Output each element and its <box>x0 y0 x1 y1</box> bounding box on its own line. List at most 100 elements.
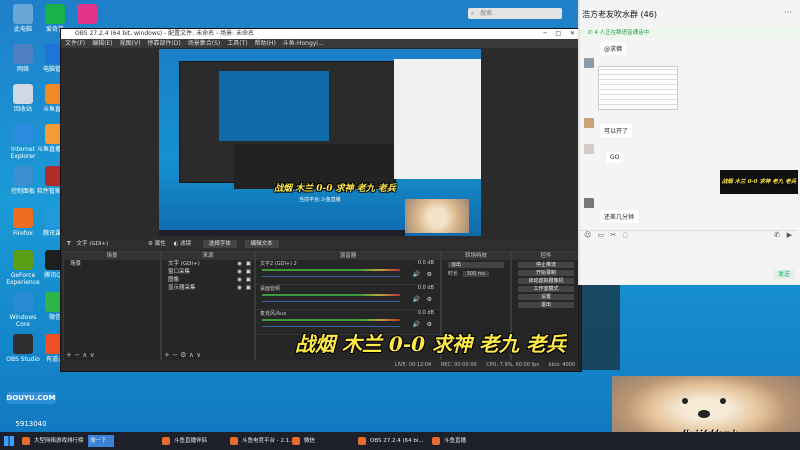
eye-icon[interactable]: ◉ <box>237 260 242 268</box>
channel-name: 文字2 (GDI+) 2 <box>260 261 297 267</box>
scenes-header: 场景 <box>64 252 160 260</box>
cpu-status: CPU: 7.9%, 60.00 fps <box>486 362 540 368</box>
emoji-icon[interactable]: ☺ <box>584 231 591 239</box>
channel-level: 0.0 dB <box>417 260 434 266</box>
app-icon <box>13 334 33 354</box>
source-item[interactable]: 图像 ◉ ▣ <box>162 276 254 284</box>
app-icon <box>13 250 33 270</box>
preview-taskbar <box>159 230 405 236</box>
transition-select[interactable]: 淡出 <box>448 262 504 268</box>
gear-icon[interactable]: ⚙ <box>427 296 432 303</box>
obs-title-bar[interactable]: OBS 27.2.4 (64 bit, windows) - 配置文件: 未命名… <box>61 29 581 39</box>
minimize-icon[interactable]: ─ <box>543 29 547 39</box>
filters-button[interactable]: 滤镜 <box>180 241 191 247</box>
menu-item[interactable]: 文件(F) <box>65 40 85 47</box>
volume-slider[interactable] <box>262 301 400 302</box>
source-label: 显示器采集 <box>168 285 196 291</box>
gear-icon[interactable]: ⚙ <box>427 321 432 328</box>
voice-banner-text: 4 人正在群语音通话中 <box>594 30 650 36</box>
obs-preview[interactable]: 战烟 木兰 0-0 求神 老九 老兵 当前平台:斗鱼直播 <box>159 49 481 236</box>
source-item[interactable]: 显示器采集 ◉ ▣ <box>162 284 254 292</box>
eye-icon[interactable]: ◉ <box>237 284 242 292</box>
menu-item[interactable]: 场景集合(S) <box>188 40 221 47</box>
volume-meter <box>262 269 400 271</box>
live-status: LIVE: 00:12:04 <box>394 362 432 368</box>
gear-icon[interactable]: ⚙ <box>427 271 432 278</box>
chat-bubble-icon[interactable]: ◌ <box>623 231 629 239</box>
eye-icon[interactable]: ◉ <box>237 276 242 284</box>
maximize-icon[interactable]: □ <box>555 29 561 39</box>
voice-banner[interactable]: ✆ 4 人正在群语音通话中 <box>580 28 800 38</box>
text-tool-icon: T <box>67 241 71 247</box>
properties-button[interactable]: 属性 <box>155 241 166 247</box>
control-button[interactable]: 开始录制 <box>518 270 574 276</box>
select-font-button[interactable]: 选择字体 <box>202 240 237 248</box>
control-button[interactable]: 退出 <box>518 302 574 308</box>
more-icon[interactable]: ··· <box>784 8 792 17</box>
up-icon[interactable]: ∧ <box>82 351 87 359</box>
edit-text-button[interactable]: 编辑文本 <box>244 240 279 248</box>
source-label: 文字 (GDI+) <box>168 261 200 267</box>
scissors-icon[interactable]: ✂ <box>610 231 616 239</box>
menu-item[interactable]: 斗鱼-Hongyi... <box>283 40 324 47</box>
menu-item[interactable]: 帮助(H) <box>255 40 276 47</box>
remove-icon[interactable]: − <box>172 351 178 359</box>
taskbar-item[interactable]: 斗鱼直播伴侣 <box>160 434 234 448</box>
control-button[interactable]: 设置 <box>518 294 574 300</box>
add-icon[interactable]: + <box>66 351 72 359</box>
chat-title: 浩方老友吹水群 (46) <box>582 10 657 19</box>
sticker-text: 战烟 木兰 0-0 求神 老九 老兵 <box>721 179 797 185</box>
volume-slider[interactable] <box>262 276 400 277</box>
close-icon[interactable]: ✕ <box>570 29 575 39</box>
up-icon[interactable]: ∧ <box>189 351 194 359</box>
duration-input[interactable]: 300 ms <box>462 271 490 277</box>
control-button[interactable]: 工作室模式 <box>518 286 574 292</box>
menu-item[interactable]: 停靠部件(D) <box>147 40 180 47</box>
meme-eye <box>682 398 688 404</box>
remove-icon[interactable]: − <box>74 351 80 359</box>
control-button[interactable]: 启动虚拟摄像机 <box>518 278 574 284</box>
volume-slider[interactable] <box>262 326 400 327</box>
chat-sticker[interactable]: 战烟 木兰 0-0 求神 老九 老兵 <box>720 170 798 194</box>
lock-icon[interactable]: ▣ <box>246 260 251 268</box>
spreadsheet-image[interactable] <box>598 66 678 110</box>
down-icon[interactable]: ∨ <box>90 351 95 359</box>
lock-icon[interactable]: ▣ <box>246 276 251 284</box>
source-label: 图像 <box>168 277 180 283</box>
scenes-panel: 场景 场景 + − ∧ ∨ <box>63 251 161 361</box>
lock-icon[interactable]: ▣ <box>246 284 251 292</box>
taskbar-item[interactable]: 微信 <box>290 434 364 448</box>
lock-icon[interactable]: ▣ <box>246 268 251 276</box>
filter-icon[interactable]: ◐ <box>174 241 179 247</box>
gear-icon[interactable]: ⚙ <box>180 351 186 359</box>
gear-icon[interactable]: ⚙ <box>148 241 153 247</box>
source-item[interactable]: 文字 (GDI+) ◉ ▣ <box>162 260 254 268</box>
eye-icon[interactable]: ◉ <box>237 268 242 276</box>
video-icon[interactable]: ▶ <box>787 231 792 239</box>
windows-start-icon[interactable] <box>4 436 14 446</box>
speaker-icon[interactable]: 🔊 <box>413 271 420 278</box>
douyu-watermark: DOUYU.COM 5913040 <box>6 392 56 428</box>
down-icon[interactable]: ∨ <box>196 351 201 359</box>
message-bubble: 可以开了 <box>600 124 633 137</box>
send-button[interactable]: 发送 <box>774 270 794 279</box>
desktop-icon[interactable] <box>66 4 108 26</box>
source-item[interactable]: 窗口采集 ◉ ▣ <box>162 268 254 276</box>
add-icon[interactable]: + <box>164 351 170 359</box>
app-icon <box>77 4 97 24</box>
control-button[interactable]: 停止推流 <box>518 262 574 268</box>
scene-item[interactable]: 场景 <box>64 260 160 268</box>
taskbar-item[interactable]: 斗鱼直播 <box>430 434 496 448</box>
avatar <box>584 58 594 68</box>
search-input[interactable]: ⌕ 搜索 <box>468 8 562 19</box>
speaker-icon[interactable]: 🔊 <box>413 296 420 303</box>
speaker-icon[interactable]: 🔊 <box>413 321 420 328</box>
menu-item[interactable]: 视图(V) <box>120 40 141 47</box>
transitions-header: 转场特效 <box>442 252 510 260</box>
phone-icon[interactable]: ✆ <box>774 231 780 239</box>
taskbar-item[interactable]: 大型网络游戏排行榜 <box>20 434 98 448</box>
folder-icon[interactable]: ▭ <box>598 231 605 239</box>
menu-item[interactable]: 编辑(E) <box>92 40 112 47</box>
menu-item[interactable]: 工具(T) <box>227 40 247 47</box>
taskbar-item[interactable]: OBS 27.2.4 (64 bi... <box>356 434 440 448</box>
